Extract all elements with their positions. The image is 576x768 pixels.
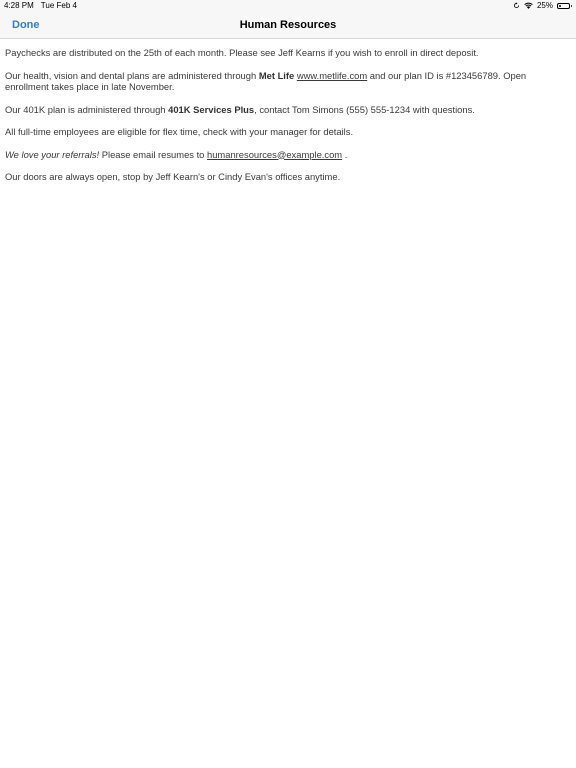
401k-paragraph: Our 401K plan is administered through 40… <box>5 104 565 116</box>
status-bar: 4:28 PM Tue Feb 4 25% <box>0 0 576 12</box>
referrals-text: Please email resumes to <box>99 148 207 160</box>
401k-text: Our 401K plan is administered through <box>5 103 169 115</box>
paycheck-paragraph: Paychecks are distributed on the 25th of… <box>5 47 479 58</box>
battery-fill <box>559 4 562 7</box>
page-title: Human Resources <box>239 19 337 31</box>
401k-provider-name: 401K Services Plus <box>168 103 255 115</box>
battery-icon <box>557 2 572 9</box>
status-date: Tue Feb 4 <box>40 1 77 10</box>
hr-email-link[interactable]: humanresources@example.com <box>207 149 342 160</box>
referrals-paragraph: We love your referrals! Please email res… <box>5 149 565 161</box>
battery-percent: 25% <box>536 1 553 10</box>
flex-time-paragraph: All full-time employees are eligible for… <box>5 126 354 137</box>
wifi-icon <box>524 2 533 9</box>
status-left: 4:28 PM Tue Feb 4 <box>4 1 77 10</box>
hr-info-content: Paychecks are distributed on the 25th of… <box>5 47 565 194</box>
referrals-emphasis: We love your referrals! <box>5 148 100 160</box>
health-plan-paragraph: Our health, vision and dental plans are … <box>5 70 565 93</box>
status-right: 25% <box>513 1 572 10</box>
status-time: 4:28 PM <box>4 1 34 10</box>
health-plan-text: Our health, vision and dental plans are … <box>5 69 259 81</box>
referrals-end: . <box>342 148 348 160</box>
open-door-paragraph: Our doors are always open, stop by Jeff … <box>5 171 341 182</box>
rotation-lock-icon <box>513 2 520 9</box>
navigation-bar: Done Human Resources <box>0 12 576 39</box>
health-provider-name: Met Life <box>258 69 295 81</box>
401k-contact: , contact Tom Simons (555) 555-1234 with… <box>254 103 475 115</box>
metlife-link[interactable]: www.metlife.com <box>297 70 367 81</box>
